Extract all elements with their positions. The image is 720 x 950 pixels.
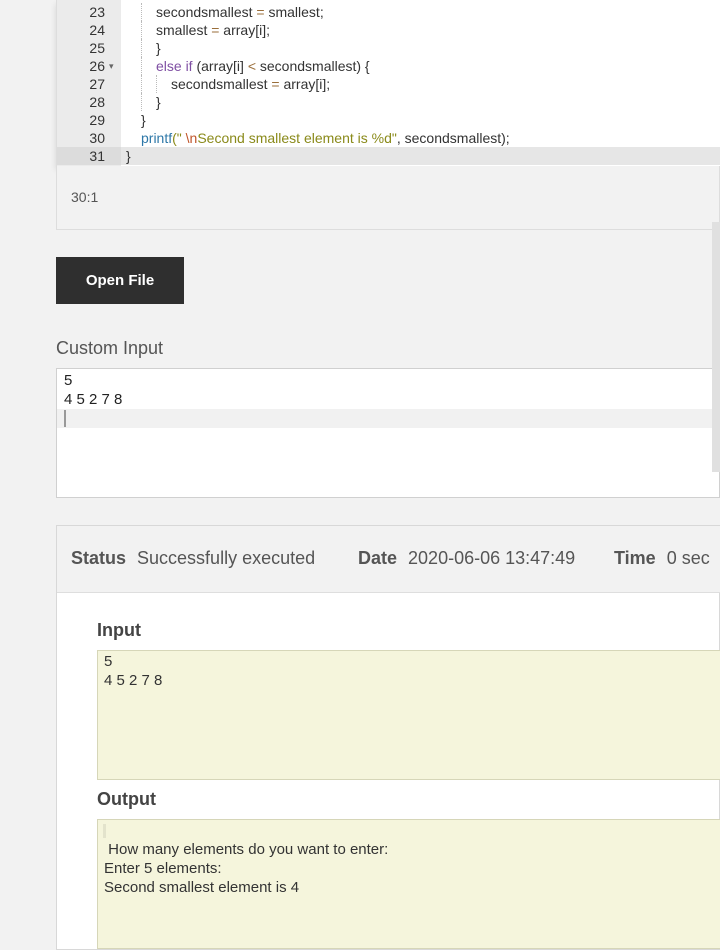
- code-token: Second smallest element is %d": [197, 130, 397, 146]
- code-token: =: [271, 76, 280, 92]
- indent-guide: [141, 3, 142, 21]
- line-number: 23: [89, 4, 105, 20]
- code-editor[interactable]: 23 secondsmallest = smallest; 24 smallest =…: [56, 0, 720, 166]
- code-token: secondsmallest: [171, 76, 272, 92]
- fold-toggle-icon[interactable]: ▾: [109, 57, 114, 75]
- input-line: 4 5 2 7 8: [104, 672, 163, 689]
- date-key: Date: [358, 548, 398, 568]
- editor-status-bar: 30:1: [56, 166, 720, 230]
- code-token: secondsmallest: [156, 4, 257, 20]
- indent-guide: [141, 57, 142, 75]
- line-number: 31: [57, 147, 121, 165]
- time-value: 0 sec: [666, 548, 710, 568]
- custom-input-line: 4 5 2 7 8: [64, 391, 123, 408]
- code-line[interactable]: 24 smallest = array[i];: [57, 21, 720, 39]
- time-item: Time 0 sec: [614, 548, 710, 569]
- code-line[interactable]: 28}: [57, 93, 720, 111]
- code-text: }: [156, 39, 161, 57]
- code-text: printf(" \nSecond smallest element is %d…: [141, 129, 510, 147]
- code-token: array[i];: [219, 22, 270, 38]
- line-number: 28: [89, 94, 105, 110]
- code-line[interactable]: 30 printf(" \nSecond smallest element is …: [57, 129, 720, 147]
- line-number: 27: [89, 76, 105, 92]
- code-token: , secondsmallest);: [396, 130, 510, 146]
- indent-guide: [141, 39, 142, 57]
- custom-input-field[interactable]: 5 4 5 2 7 8: [56, 368, 720, 498]
- custom-input-line: 5: [64, 372, 73, 389]
- open-file-button[interactable]: Open File: [56, 257, 184, 304]
- indent-guide: [141, 93, 142, 111]
- code-token: }: [126, 148, 131, 164]
- code-text: smallest = array[i];: [156, 21, 270, 39]
- active-line-highlight: [57, 409, 720, 428]
- output-line: Enter 5 elements:: [104, 860, 222, 877]
- code-token: smallest: [156, 22, 212, 38]
- code-text: secondsmallest = smallest;: [156, 3, 324, 21]
- output-section-title: Output: [97, 789, 156, 809]
- result-panel: Status Successfully executed Date 2020-0…: [56, 525, 720, 950]
- code-text: }: [126, 147, 131, 165]
- status-item: Status Successfully executed: [71, 548, 315, 569]
- code-token: }: [156, 94, 161, 110]
- time-key: Time: [614, 548, 656, 568]
- code-line[interactable]: 27 secondsmallest = array[i];: [57, 75, 720, 93]
- scrollbar[interactable]: [712, 222, 720, 472]
- input-display-box: 5 4 5 2 7 8: [97, 650, 720, 780]
- code-token: smallest;: [264, 4, 324, 20]
- output-display-box: How many elements do you want to enter: …: [97, 819, 720, 949]
- custom-input-label: Custom Input: [56, 338, 164, 358]
- code-token: secondsmallest) {: [256, 58, 370, 74]
- code-token: =: [256, 4, 265, 20]
- indent-guide: [141, 75, 142, 93]
- code-text: secondsmallest = array[i];: [171, 75, 330, 93]
- cursor-position: 30:1: [71, 189, 99, 205]
- code-text: }: [156, 93, 161, 111]
- status-key: Status: [71, 548, 127, 568]
- output-marker: [103, 824, 106, 838]
- line-number: 29: [89, 112, 105, 128]
- status-bar: Status Successfully executed Date 2020-0…: [57, 526, 720, 593]
- line-number: 24: [89, 22, 105, 38]
- code-line[interactable]: 23 secondsmallest = smallest;: [57, 3, 720, 21]
- line-number: 30: [89, 130, 105, 146]
- output-line: How many elements do you want to enter:: [104, 841, 389, 858]
- code-token: else if: [156, 58, 193, 74]
- status-value: Successfully executed: [137, 548, 316, 568]
- indent-guide: [156, 75, 157, 93]
- code-token: array[i];: [279, 76, 331, 92]
- input-section-title: Input: [97, 620, 141, 640]
- code-line[interactable]: 31}: [57, 147, 720, 165]
- code-token: }: [141, 112, 146, 128]
- code-line[interactable]: 26 ▾ else if (array[i] < secondsmallest) {: [57, 57, 720, 75]
- code-line[interactable]: 25}: [57, 39, 720, 57]
- code-line[interactable]: 29}: [57, 111, 720, 129]
- text-caret: [64, 410, 66, 427]
- date-item: Date 2020-06-06 13:47:49: [358, 548, 575, 569]
- line-number: 25: [89, 40, 105, 56]
- code-token: }: [156, 40, 161, 56]
- code-token: (array[i]: [192, 58, 248, 74]
- code-token: (": [172, 130, 186, 146]
- indent-guide: [141, 21, 142, 39]
- code-token: printf: [141, 130, 173, 146]
- date-value: 2020-06-06 13:47:49: [408, 548, 576, 568]
- code-token: \n: [185, 130, 198, 146]
- output-line: Second smallest element is 4: [104, 879, 300, 896]
- input-line: 5: [104, 653, 113, 670]
- code-text: }: [141, 111, 146, 129]
- code-token: <: [247, 58, 256, 74]
- code-text: else if (array[i] < secondsmallest) {: [156, 57, 370, 75]
